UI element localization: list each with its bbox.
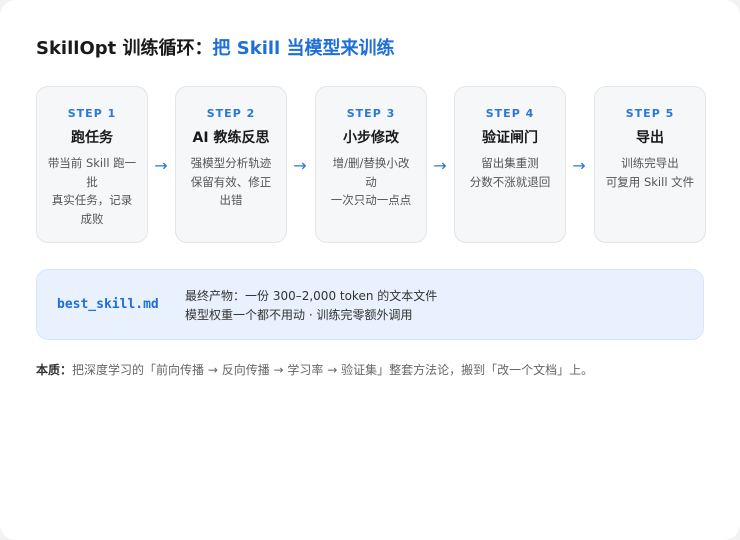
step-description-line: 出错 bbox=[219, 193, 243, 207]
step-label: STEP 5 bbox=[625, 107, 675, 120]
step-description: 留出集重测 分数不涨就退回 bbox=[463, 154, 557, 191]
product-description: 最终产物：一份 300–2,000 token 的文本文件 模型权重一个都不用动… bbox=[185, 287, 437, 325]
page-title: SkillOpt 训练循环：把 Skill 当模型来训练 bbox=[36, 34, 395, 60]
step-description-line: 可复用 Skill 文件 bbox=[605, 174, 695, 189]
step-card-4: STEP 4 验证闸门 留出集重测 分数不涨就退回 bbox=[454, 86, 566, 243]
arrow-right-icon: → bbox=[572, 156, 586, 175]
arrow-right-icon: → bbox=[154, 156, 168, 175]
step-label: STEP 4 bbox=[485, 107, 535, 120]
product-line-2: 模型权重一个都不用动 · 训练完零额外调用 bbox=[185, 308, 413, 322]
title-prefix: SkillOpt 训练循环： bbox=[36, 38, 213, 59]
title-highlight: 把 Skill 当模型来训练 bbox=[212, 38, 395, 59]
step-title: 跑任务 bbox=[71, 130, 113, 146]
step-description-line: 增/删/替换小改 bbox=[332, 156, 410, 170]
step-description-line: 保留有效、修正 bbox=[190, 174, 272, 189]
step-description: 强模型分析轨迹 保留有效、修正 出错 bbox=[184, 154, 278, 210]
step-label: STEP 2 bbox=[206, 107, 256, 120]
step-card-3: STEP 3 小步修改 增/删/替换小改 动 一次只动一点点 bbox=[315, 86, 427, 243]
step-description-line: 真实任务，记录 bbox=[51, 193, 133, 207]
arrow-right-icon: → bbox=[433, 156, 447, 175]
step-title: 导出 bbox=[636, 130, 664, 146]
step-description-line: 分数不涨就退回 bbox=[469, 174, 551, 189]
step-description-line: 留出集重测 bbox=[481, 156, 539, 170]
step-description-line: 训练完导出 bbox=[621, 156, 679, 170]
step-title: 验证闸门 bbox=[482, 130, 538, 146]
diagram-card: SkillOpt 训练循环：把 Skill 当模型来训练 STEP 1 跑任务 … bbox=[0, 0, 740, 540]
final-product-box: best_skill.md 最终产物：一份 300–2,000 token 的文… bbox=[36, 269, 704, 340]
footnote-text: 把深度学习的「前向传播 → 反向传播 → 学习率 → 验证集」整套方法论，搬到「… bbox=[72, 363, 594, 377]
step-label: STEP 1 bbox=[67, 107, 117, 120]
step-description-line: 动 bbox=[365, 174, 377, 189]
step-card-5: STEP 5 导出 训练完导出 可复用 Skill 文件 bbox=[594, 86, 706, 243]
step-label: STEP 3 bbox=[346, 107, 396, 120]
product-line-1: 最终产物：一份 300–2,000 token 的文本文件 bbox=[185, 289, 438, 303]
step-title: AI 教练反思 bbox=[192, 130, 270, 146]
step-card-2: STEP 2 AI 教练反思 强模型分析轨迹 保留有效、修正 出错 bbox=[175, 86, 287, 243]
step-description-line: 一次只动一点点 bbox=[330, 193, 412, 207]
step-description: 带当前 Skill 跑一批 真实任务，记录 成败 bbox=[45, 154, 139, 228]
step-title: 小步修改 bbox=[343, 130, 399, 146]
step-description-line: 带当前 Skill 跑一批 bbox=[47, 156, 137, 189]
step-description-line: 强模型分析轨迹 bbox=[190, 156, 272, 170]
step-card-1: STEP 1 跑任务 带当前 Skill 跑一批 真实任务，记录 成败 bbox=[36, 86, 148, 243]
footnote-key: 本质： bbox=[36, 363, 73, 377]
step-description: 训练完导出 可复用 Skill 文件 bbox=[603, 154, 697, 191]
product-filename: best_skill.md bbox=[57, 297, 159, 312]
step-description-line: 成败 bbox=[80, 211, 104, 226]
steps-row: STEP 1 跑任务 带当前 Skill 跑一批 真实任务，记录 成败 → ST… bbox=[36, 86, 706, 243]
step-description: 增/删/替换小改 动 一次只动一点点 bbox=[324, 154, 418, 210]
footnote: 本质：把深度学习的「前向传播 → 反向传播 → 学习率 → 验证集」整套方法论，… bbox=[36, 361, 593, 378]
arrow-right-icon: → bbox=[293, 156, 307, 175]
